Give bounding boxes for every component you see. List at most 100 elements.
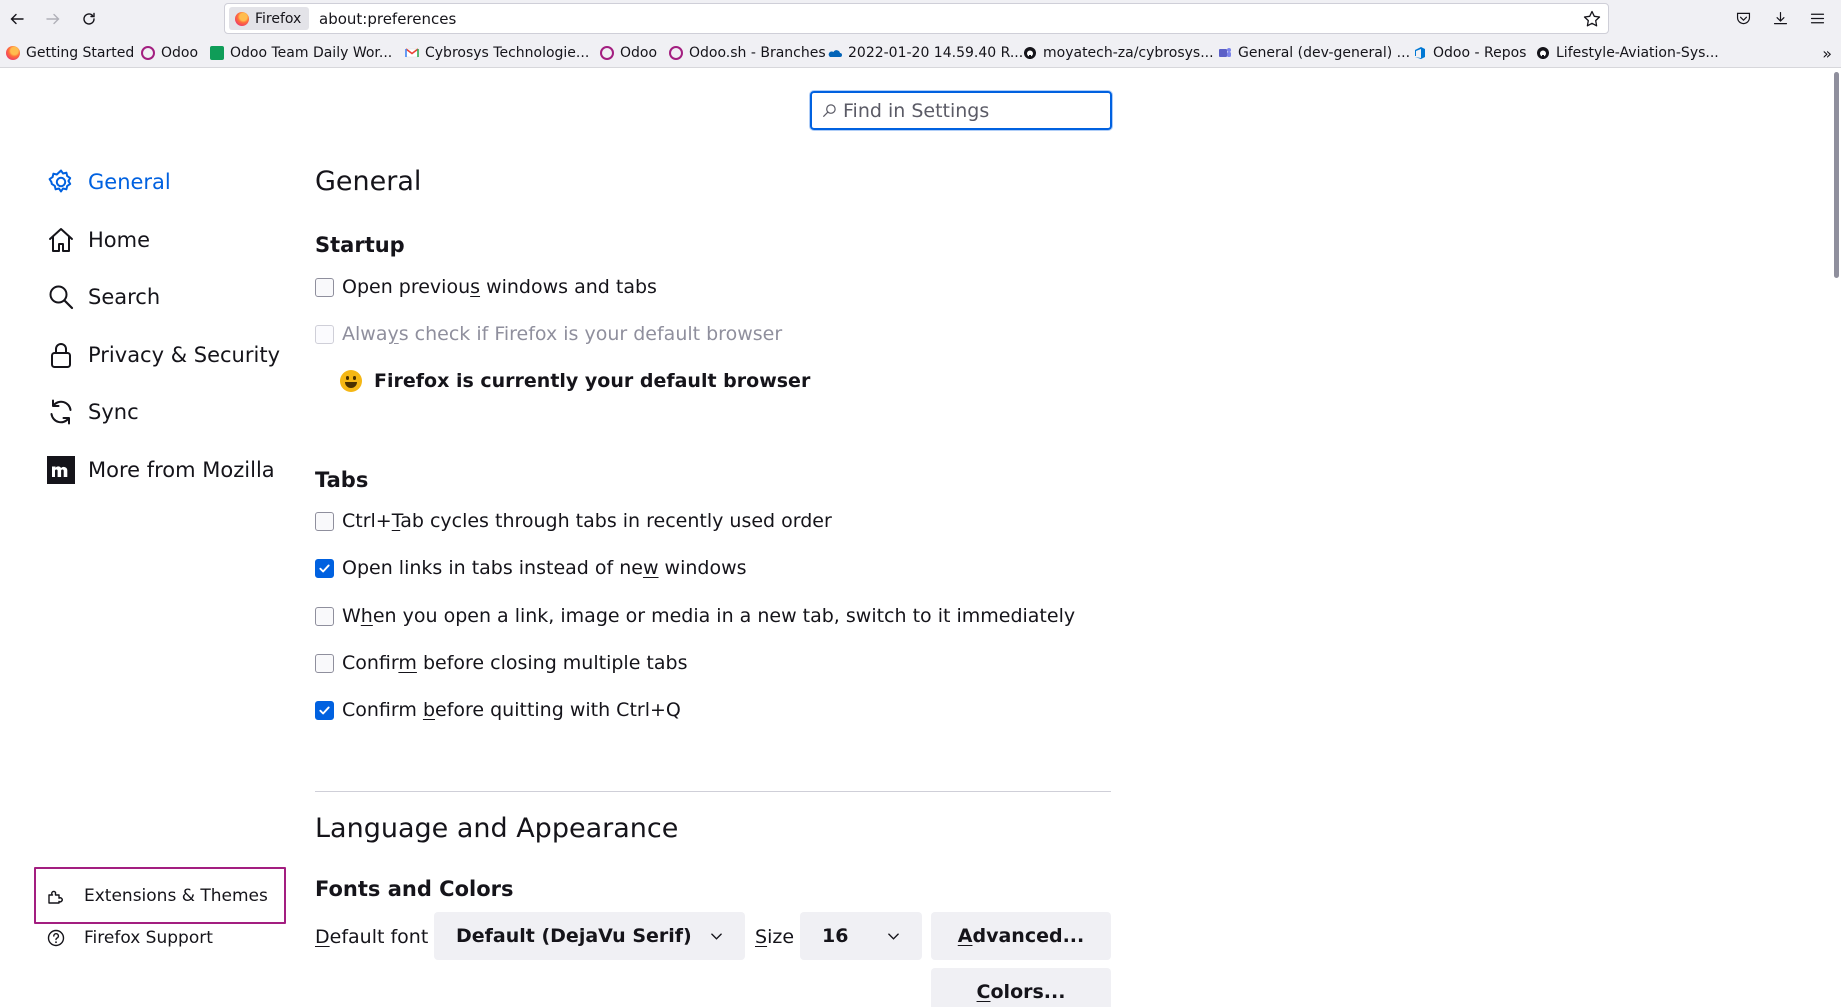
confirm-quit-checkbox[interactable] xyxy=(315,700,334,720)
option-label: Ctrl+Tab cycles through tabs in recently… xyxy=(342,510,832,532)
font-size-select[interactable]: 16 xyxy=(800,912,922,960)
bookmark-item[interactable]: General (dev-general) ... xyxy=(1218,44,1410,62)
option-label: Open previous windows and tabs xyxy=(342,276,657,298)
category-label: Home xyxy=(88,228,151,252)
links-in-tabs-checkbox[interactable] xyxy=(315,558,334,578)
azure-devops-icon xyxy=(1415,47,1425,59)
default-font-value: Default (DejaVu Serif) xyxy=(456,925,692,947)
option-label: Confirm before closing multiple tabs xyxy=(342,652,688,674)
bookmark-label: General (dev-general) ... xyxy=(1238,45,1411,61)
startup-heading: Startup xyxy=(315,233,405,257)
lock-icon xyxy=(51,343,71,368)
github-icon xyxy=(1024,47,1036,59)
back-arrow-icon xyxy=(10,13,24,25)
category-more-from-mozilla[interactable]: More from Mozilla xyxy=(46,452,275,488)
pocket-button[interactable] xyxy=(1733,8,1753,28)
sheets-icon xyxy=(210,46,224,60)
bookmark-item[interactable]: Odoo - Repos xyxy=(1413,44,1526,62)
default-font-select[interactable]: Default (DejaVu Serif) xyxy=(434,912,745,960)
back-button[interactable] xyxy=(5,7,29,31)
url-text[interactable]: about:preferences xyxy=(319,10,456,28)
bookmark-label: Odoo - Repos xyxy=(1433,45,1527,61)
footer-link-label: Firefox Support xyxy=(84,928,213,948)
bookmark-item[interactable]: Odoo.sh - Branches xyxy=(669,44,826,62)
bookmark-item[interactable]: Lifestyle-Aviation-Sys... xyxy=(1536,44,1719,62)
downloads-button[interactable] xyxy=(1770,8,1790,28)
confirm-close-tabs-checkbox[interactable] xyxy=(315,653,334,673)
bookmark-item[interactable]: Cybrosys Technologie... xyxy=(405,44,589,62)
reload-button[interactable] xyxy=(77,7,101,31)
language-appearance-title: Language and Appearance xyxy=(315,813,679,844)
confirm-close-tabs-option[interactable]: Confirm before closing multiple tabs xyxy=(315,652,687,674)
firefox-icon xyxy=(235,11,249,26)
always-check-default-checkbox xyxy=(315,324,334,344)
pocket-icon xyxy=(1736,12,1750,24)
firefox-icon xyxy=(6,46,20,60)
default-font-label: Default font xyxy=(315,926,429,948)
teams-icon xyxy=(1219,48,1231,57)
identity-box[interactable]: Firefox xyxy=(229,7,310,30)
option-label: Open links in tabs instead of new window… xyxy=(342,557,747,579)
bookmarks-toolbar: Getting Started Odoo Odoo Team Daily Wor… xyxy=(0,38,1841,68)
font-size-label: Size xyxy=(755,926,795,948)
category-home[interactable]: Home xyxy=(46,222,150,258)
identity-label: Firefox xyxy=(255,10,302,27)
preferences-page: General Home Search Privacy & Security S… xyxy=(0,68,1841,1007)
option-label: Always check if Firefox is your default … xyxy=(342,323,783,345)
search-icon xyxy=(49,285,74,310)
category-general[interactable]: General xyxy=(46,164,171,200)
bookmark-label: Odoo xyxy=(620,45,658,61)
switch-to-new-tab-option[interactable]: When you open a link, image or media in … xyxy=(315,605,1075,627)
extensions-themes-link[interactable]: Extensions & Themes xyxy=(46,886,268,906)
settings-search-input[interactable] xyxy=(843,99,1093,122)
category-label: More from Mozilla xyxy=(88,458,275,482)
page-scrollbar[interactable] xyxy=(1831,68,1841,1007)
reload-icon xyxy=(83,12,95,25)
option-label: Confirm before quitting with Ctrl+Q xyxy=(342,699,681,721)
links-in-tabs-option[interactable]: Open links in tabs instead of new window… xyxy=(315,557,747,579)
url-bar[interactable]: Firefox about:preferences xyxy=(224,3,1609,34)
bookmark-item[interactable]: Odoo xyxy=(600,44,657,62)
footer-link-label: Extensions & Themes xyxy=(84,886,268,906)
bookmark-star-icon[interactable] xyxy=(1582,9,1602,29)
chevron-down-icon xyxy=(711,933,722,940)
bookmark-label: moyatech-za/cybrosys... xyxy=(1043,45,1214,61)
category-label: Privacy & Security xyxy=(88,343,280,367)
gmail-icon xyxy=(405,48,419,58)
category-search[interactable]: Search xyxy=(46,279,160,315)
bookmark-label: Odoo.sh - Branches xyxy=(689,45,826,61)
ctrl-tab-option[interactable]: Ctrl+Tab cycles through tabs in recently… xyxy=(315,510,832,532)
confirm-quit-option[interactable]: Confirm before quitting with Ctrl+Q xyxy=(315,699,681,721)
switch-to-new-tab-checkbox[interactable] xyxy=(315,606,334,626)
category-sync[interactable]: Sync xyxy=(46,394,139,430)
bookmark-item[interactable]: moyatech-za/cybrosys... xyxy=(1023,44,1214,62)
odoo-icon xyxy=(669,46,683,60)
restore-session-option[interactable]: Open previous windows and tabs xyxy=(315,276,657,298)
restore-session-checkbox[interactable] xyxy=(315,277,334,297)
section-divider xyxy=(315,791,1111,792)
settings-search-box[interactable] xyxy=(810,91,1112,130)
smiley-face-icon xyxy=(340,370,362,392)
bookmark-item[interactable]: Odoo xyxy=(141,44,198,62)
bookmark-label: Lifestyle-Aviation-Sys... xyxy=(1556,45,1719,61)
more-bookmarks-chevron-icon[interactable]: ›› xyxy=(1822,44,1832,63)
advanced-fonts-button[interactable]: Advanced... xyxy=(931,912,1111,960)
odoo-icon xyxy=(600,46,614,60)
chevron-down-icon xyxy=(888,933,899,940)
forward-arrow-icon xyxy=(46,13,60,25)
bookmark-item[interactable]: Getting Started xyxy=(6,44,134,62)
bookmark-item[interactable]: 2022-01-20 14.59.40 R... xyxy=(828,44,1023,62)
scrollbar-thumb[interactable] xyxy=(1834,72,1839,278)
category-privacy[interactable]: Privacy & Security xyxy=(46,337,280,373)
forward-button[interactable] xyxy=(41,7,65,31)
firefox-support-link[interactable]: Firefox Support xyxy=(46,928,213,948)
bookmark-item[interactable]: Odoo Team Daily Wor... xyxy=(210,44,392,62)
ctrl-tab-checkbox[interactable] xyxy=(315,511,334,531)
app-menu-button[interactable] xyxy=(1807,8,1827,28)
default-browser-message: Firefox is currently your default browse… xyxy=(374,370,811,392)
bookmark-label: Odoo Team Daily Wor... xyxy=(230,45,393,61)
colors-button[interactable]: Colors... xyxy=(931,968,1111,1007)
always-check-default-option: Always check if Firefox is your default … xyxy=(315,323,782,345)
category-label: General xyxy=(88,170,171,194)
gear-icon xyxy=(48,169,72,193)
